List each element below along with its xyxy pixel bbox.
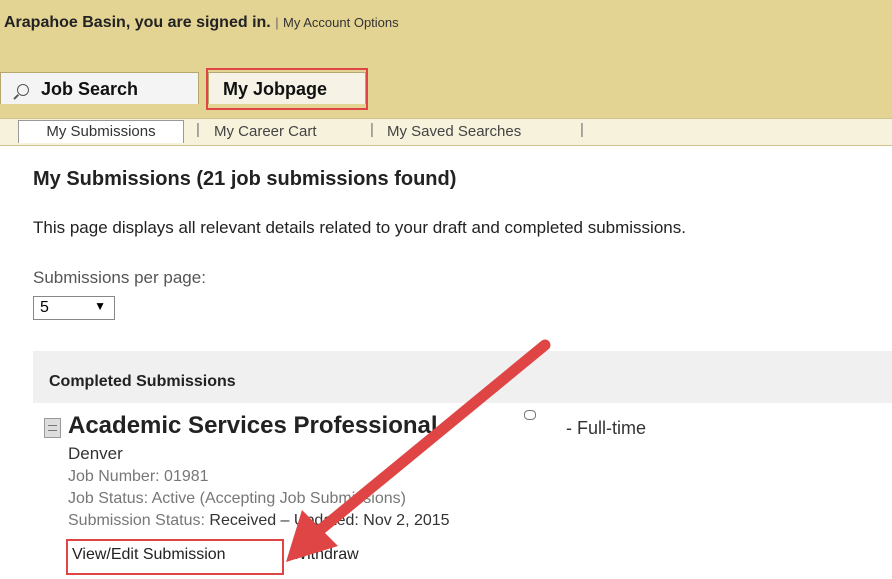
annotation-arrow-shaft [314,339,551,536]
annotation-arrow [286,339,551,562]
